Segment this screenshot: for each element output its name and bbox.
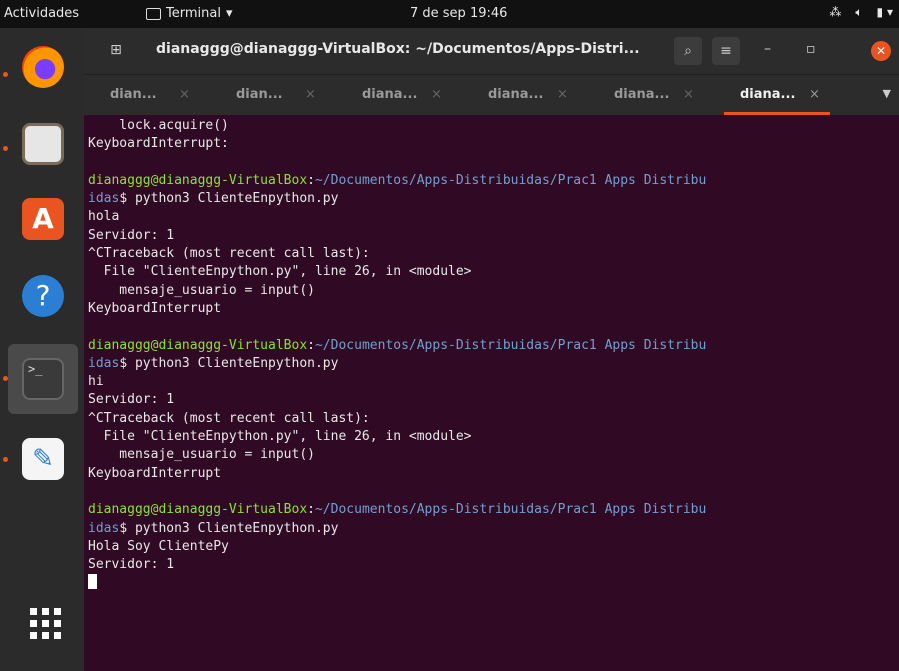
network-icon: ⁂ [829,5,842,19]
output-line: ^CTraceback (most recent call last): [88,410,370,426]
output-line: Servidor: 1 [88,227,175,243]
command-text: $ python3 ClienteEnpython.py [119,355,339,371]
window-title: dianaggg@dianaggg-VirtualBox: ~/Document… [156,41,640,57]
output-line: lock.acquire() [88,118,229,133]
tab-close-icon[interactable]: × [683,87,694,102]
cursor-line [88,574,896,592]
output-line: hola [88,209,120,225]
terminal-window: ⊞ dianaggg@dianaggg-VirtualBox: ~/Docume… [84,28,899,671]
tab-close-icon[interactable]: × [809,87,820,102]
search-icon[interactable]: ⌕ [674,37,702,65]
output-line: KeyboardInterrupt [88,300,222,316]
terminal-icon[interactable]: >_ [22,358,64,400]
command-line: idas$ python3 ClienteEnpython.py [88,190,896,208]
dock: A ? >_ ✎ [0,28,84,671]
tab-label: diana... [740,87,796,102]
tab-close-icon[interactable]: × [557,87,568,102]
menu-icon[interactable]: ≡ [712,37,740,65]
app-grid-icon[interactable] [30,608,61,639]
prompt-separator: : [307,172,315,188]
tab[interactable]: diana... × [336,75,462,115]
title-bar[interactable]: ⊞ dianaggg@dianaggg-VirtualBox: ~/Docume… [84,28,899,74]
app-menu[interactable]: Terminal ▾ [146,6,232,21]
terminal-output[interactable]: lock.acquire() KeyboardInterrupt: dianaggg… [88,117,896,667]
activities-button[interactable]: Actividades [4,6,79,21]
tab-bar: dian... × dian... × diana... × diana... … [84,74,899,115]
chevron-down-icon: ▾ [225,6,233,21]
running-indicator [3,146,8,151]
output-line: mensaje_usuario = input() [88,282,315,298]
running-indicator [3,376,8,381]
tab-close-icon[interactable]: × [305,87,316,102]
software-icon[interactable]: A [22,198,64,240]
command-text: $ python3 ClienteEnpython.py [119,520,339,536]
command-text: $ python3 ClienteEnpython.py [119,191,339,207]
command-line: idas$ python3 ClienteEnpython.py [88,520,896,538]
output-line: KeyboardInterrupt: [88,136,229,152]
files-icon[interactable] [22,123,64,165]
tab[interactable]: diana... × [462,75,588,115]
prompt-path: ~/Documentos/Apps-Distribuidas/Prac1 App… [314,502,707,518]
tab-label: diana... [614,87,670,102]
prompt-user: dianaggg@dianaggg-VirtualBox [88,502,308,518]
prompt-path-cont: idas [88,355,120,371]
tab[interactable]: diana... × [588,75,714,115]
prompt-line: dianaggg@dianaggg-VirtualBox:~/Documento… [88,172,896,190]
tab-active[interactable]: diana... × [714,75,840,115]
prompt-line: dianaggg@dianaggg-VirtualBox:~/Documento… [88,337,896,355]
battery-icon: ▮ ▾ [876,5,893,19]
prompt-user: dianaggg@dianaggg-VirtualBox [88,172,308,188]
terminal-cursor [88,574,97,590]
tab-close-icon[interactable]: × [431,87,442,102]
prompt-path-cont: idas [88,191,120,207]
output-line: Hola Soy ClientePy [88,538,229,554]
help-icon[interactable]: ? [22,275,64,317]
output-line: ^CTraceback (most recent call last): [88,246,370,262]
output-line: File "ClienteEnpython.py", line 26, in <… [88,264,472,280]
output-line: Servidor: 1 [88,392,175,408]
tab-label: dian... [110,87,157,102]
clock[interactable]: 7 de sep 19:46 [410,6,507,21]
prompt-path: ~/Documentos/Apps-Distribuidas/Prac1 App… [314,337,707,353]
maximize-icon[interactable]: ▫ [806,41,816,57]
tab[interactable]: dian... × [84,75,210,115]
top-bar: Actividades Terminal ▾ 7 de sep 19:46 ⁂ … [0,0,899,28]
new-tab-icon[interactable]: ⊞ [106,40,126,60]
app-menu-label: Terminal [166,6,221,21]
prompt-line: dianaggg@dianaggg-VirtualBox:~/Documento… [88,501,896,519]
output-line: KeyboardInterrupt [88,465,222,481]
running-indicator [3,457,8,462]
system-menu[interactable]: ⁂ 🔈︎ ▮ ▾ [829,5,893,20]
tab-label: diana... [488,87,544,102]
firefox-icon[interactable] [22,46,64,88]
minimize-icon[interactable]: – [764,41,771,57]
output-line: Servidor: 1 [88,557,175,573]
output-line: hi [88,374,104,390]
command-line: idas$ python3 ClienteEnpython.py [88,355,896,373]
prompt-path-cont: idas [88,520,120,536]
close-icon[interactable]: ✕ [871,41,891,61]
terminal-icon [146,7,161,20]
prompt-separator: : [307,502,315,518]
output-line: mensaje_usuario = input() [88,447,315,463]
tab[interactable]: dian... × [210,75,336,115]
volume-icon: 🔈︎ [855,5,863,19]
tab-label: diana... [362,87,418,102]
prompt-user: dianaggg@dianaggg-VirtualBox [88,337,308,353]
text-editor-icon[interactable]: ✎ [22,438,64,480]
tabs-menu-icon[interactable]: ▼ [883,87,891,100]
prompt-separator: : [307,337,315,353]
output-line: File "ClienteEnpython.py", line 26, in <… [88,429,472,445]
prompt-path: ~/Documentos/Apps-Distribuidas/Prac1 App… [314,172,707,188]
tab-label: dian... [236,87,283,102]
running-indicator [3,72,8,77]
tab-close-icon[interactable]: × [179,87,190,102]
